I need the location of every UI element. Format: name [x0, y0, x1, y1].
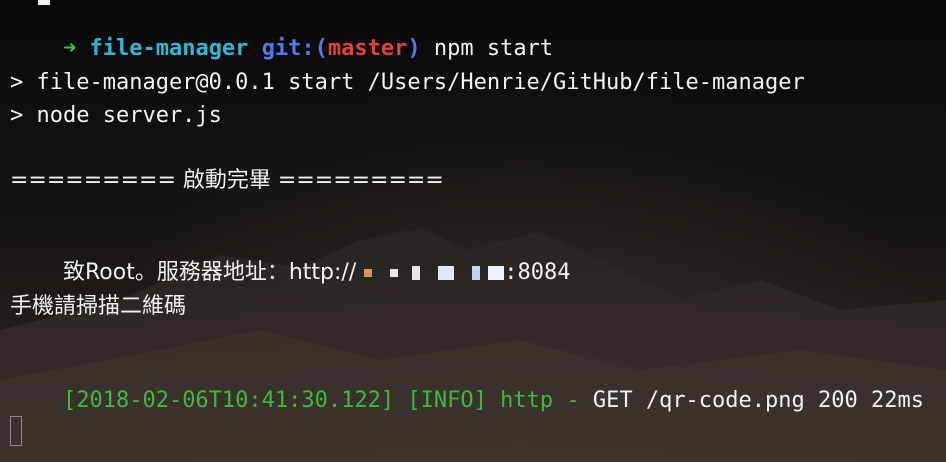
redacted-ip-address [356, 260, 505, 285]
prompt-arrow-icon: ➜ [62, 36, 77, 61]
startup-banner: ========= 啟動完畢 ========= [10, 168, 444, 193]
entered-command: npm start [433, 36, 554, 61]
git-label-close: ) [407, 36, 421, 61]
qr-scan-hint: 手機請掃描二維碼 [10, 294, 187, 319]
current-directory: file-manager [89, 36, 249, 61]
terminal-cursor [10, 416, 22, 446]
log-timestamp: [2018-02-06T10:41:30.122] [62, 388, 395, 413]
log-request: GET /qr-code.png 200 22ms [592, 388, 924, 413]
git-branch: master [327, 36, 408, 61]
terminal-window[interactable]: ➜ file-manager git:(master) npm start > … [0, 0, 946, 462]
log-level: [INFO] [407, 388, 487, 413]
server-address-line: 致Root。服務器地址：http:// :8084 [10, 228, 570, 285]
npm-script-line: > file-manager@0.0.1 start /Users/Henrie… [10, 70, 805, 95]
log-line: [2018-02-06T10:41:30.122] [INFO] http - … [10, 356, 924, 413]
prompt-line: ➜ file-manager git:(master) npm start [10, 4, 553, 61]
node-command-line: > node server.js [10, 103, 222, 128]
git-label: git:( [261, 36, 328, 61]
server-address-label: 致Root。服務器地址：http:// [62, 260, 357, 285]
server-port: :8084 [504, 260, 571, 285]
log-category: http - [500, 388, 580, 413]
